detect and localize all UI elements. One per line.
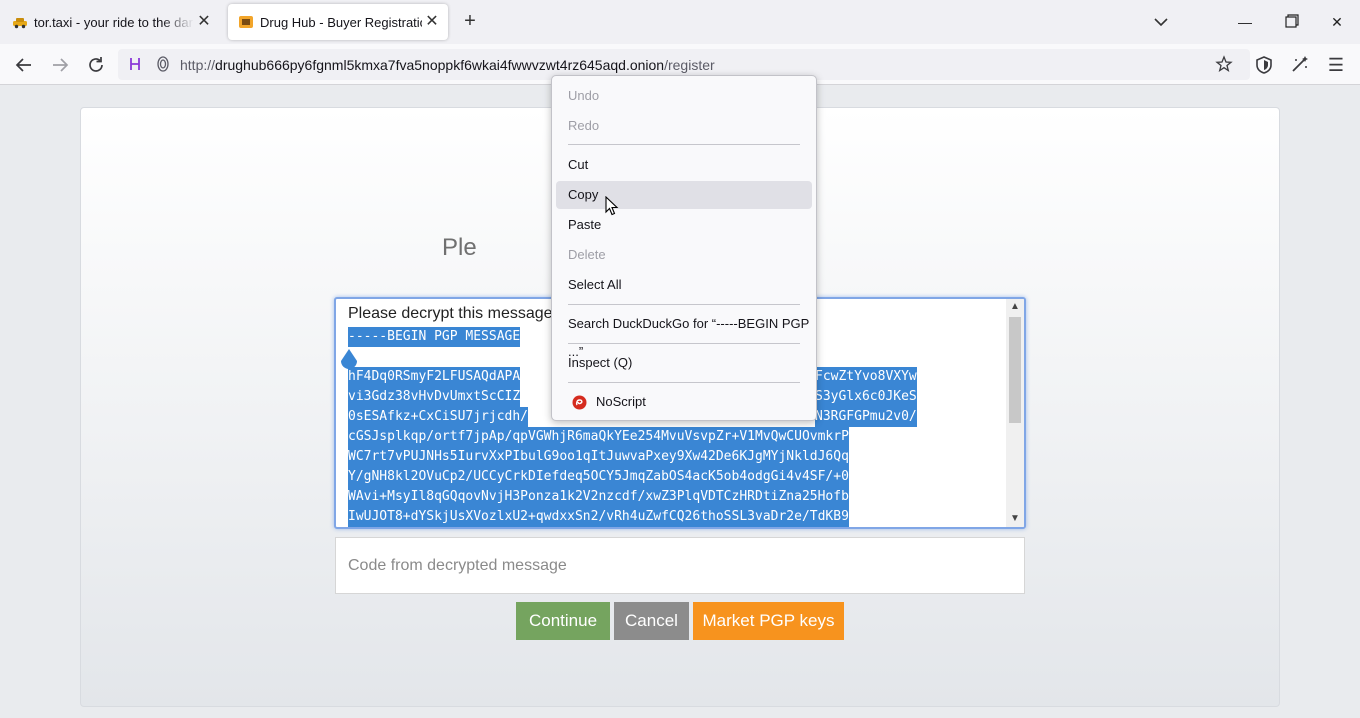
list-all-tabs-icon[interactable] <box>1150 11 1172 33</box>
fingerprint-lock-icon[interactable] <box>154 55 172 73</box>
pgp-line: hF4Dq0RSmyF2LFUSAQdAPA <box>348 367 521 387</box>
pgp-header-line: -----BEGIN PGP MESSAGE <box>348 327 521 347</box>
new-tab-icon[interactable]: + <box>458 10 482 34</box>
message-first-line: Please decrypt this message <box>348 305 553 322</box>
menu-item-paste[interactable]: Paste <box>556 211 812 239</box>
close-window-icon[interactable]: ✕ <box>1322 8 1352 36</box>
menu-separator <box>568 304 800 305</box>
selection-handle-icon[interactable] <box>338 347 360 373</box>
tab-tor-taxi[interactable]: tor.taxi - your ride to the darkne ✕ <box>2 4 220 40</box>
pgp-line: cGSJsplkqp/ortf7jpAp/qpVGWhjR6maQkYEe254… <box>348 427 849 447</box>
menu-item-copy[interactable]: Copy <box>556 181 812 209</box>
pgp-line-fragment: N3RGFGPmu2v0/ <box>815 407 917 427</box>
pgp-line: WC7rt7vPUJNHs5IurvXxPIbulG9oo1qItJuwvaPx… <box>348 447 849 467</box>
back-icon[interactable] <box>11 52 37 78</box>
cancel-button[interactable]: Cancel <box>614 602 689 640</box>
scrollbar-thumb[interactable] <box>1009 317 1021 423</box>
maximize-icon[interactable] <box>1276 8 1306 36</box>
drughub-icon <box>239 16 253 28</box>
url-text[interactable]: http://drughub666py6fgnml5kmxa7fva5noppk… <box>180 57 715 73</box>
pgp-line: 0sESAfkz+CxCiSU7jrjcdh/ <box>348 407 529 427</box>
minimize-icon[interactable]: — <box>1230 8 1260 36</box>
pgp-line: WAvi+MsyIl8qGQqovNvjH3Ponza1k2V2nzcdf/xw… <box>348 487 849 507</box>
pgp-line-fragment: FcwZtYvo8VXYw <box>815 367 917 387</box>
continue-button[interactable]: Continue <box>516 602 610 640</box>
menu-item-noscript[interactable]: NoScript <box>556 388 812 416</box>
context-menu: Undo Redo Cut Copy Paste Delete Select A… <box>551 75 817 421</box>
scroll-up-arrow-icon[interactable]: ▲ <box>1006 299 1024 315</box>
menu-item-undo: Undo <box>568 88 600 103</box>
menu-item-delete: Delete <box>568 247 606 262</box>
taxi-icon <box>13 18 27 29</box>
noscript-icon <box>572 395 587 410</box>
decrypted-code-input[interactable] <box>335 537 1025 594</box>
close-tab-icon[interactable]: ✕ <box>194 12 214 32</box>
tab-title: Drug Hub - Buyer Registration <box>260 14 422 30</box>
bookmark-star-icon[interactable] <box>1215 55 1233 73</box>
page-heading-start: Ple <box>442 234 477 261</box>
mouse-cursor-icon <box>605 196 619 216</box>
pgp-line: IwUJOT8+dYSkjUsXVozlxU2+qwdxxSn2/vRh4uZw… <box>348 507 849 527</box>
hamburger-menu-icon[interactable]: ☰ <box>1323 52 1349 78</box>
menu-item-search-duckduckgo[interactable]: Search DuckDuckGo for “-----BEGIN PGP ..… <box>556 310 812 359</box>
tab-strip: tor.taxi - your ride to the darkne ✕ Dru… <box>0 0 1360 44</box>
market-pgp-keys-button[interactable]: Market PGP keys <box>693 602 844 640</box>
new-identity-icon[interactable] <box>1287 52 1313 78</box>
reload-icon[interactable] <box>83 52 109 78</box>
textarea-scrollbar[interactable]: ▲ ▼ <box>1006 299 1024 527</box>
menu-item-cut[interactable]: Cut <box>556 151 812 179</box>
tor-circuit-icon[interactable] <box>126 55 144 73</box>
pgp-line: Y/gNH8kl2OVuCp2/UCCyCrkDIefdeq5OCY5JmqZa… <box>348 467 849 487</box>
forward-icon[interactable] <box>47 52 73 78</box>
menu-item-redo: Redo <box>568 118 600 133</box>
menu-separator <box>568 144 800 145</box>
menu-item-label: NoScript <box>596 394 646 409</box>
tab-title: tor.taxi - your ride to the darkne <box>34 14 194 30</box>
close-tab-icon[interactable]: ✕ <box>422 12 442 32</box>
scroll-down-arrow-icon[interactable]: ▼ <box>1006 511 1024 527</box>
menu-separator <box>568 382 800 383</box>
tab-drug-hub[interactable]: Drug Hub - Buyer Registration ✕ <box>228 4 448 40</box>
pgp-line-fragment: S3yGlx6c0JKeS <box>815 387 917 407</box>
pgp-line: vi3Gdz38vHvDvUmxtScCIZ <box>348 387 521 407</box>
shield-icon[interactable] <box>1251 52 1277 78</box>
menu-separator <box>568 343 800 344</box>
menu-item-inspect[interactable]: Inspect (Q) <box>556 349 812 377</box>
menu-item-select-all[interactable]: Select All <box>556 271 812 299</box>
